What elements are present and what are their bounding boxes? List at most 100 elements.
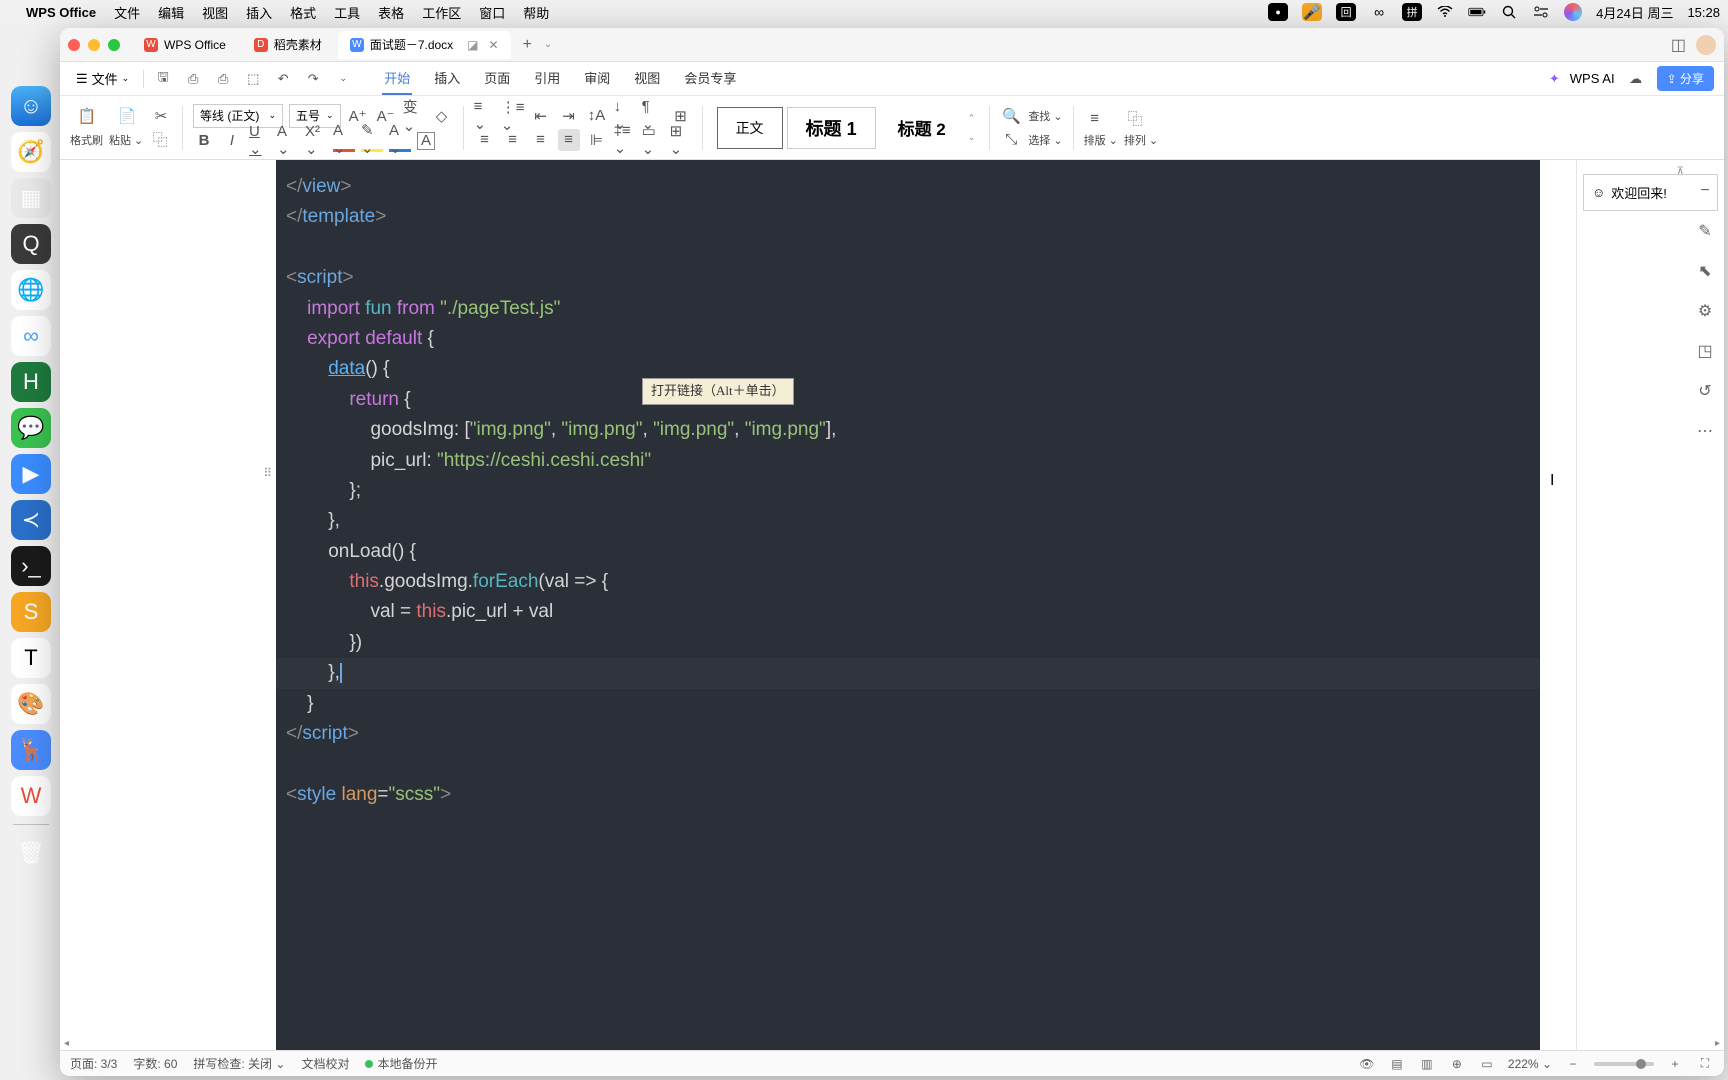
horizontal-scrollbar[interactable]: ◂ ▸ [60, 1038, 1724, 1050]
font-color-icon[interactable]: A ⌄ [333, 130, 355, 152]
dock-trash[interactable]: 🗑 [11, 833, 51, 873]
app-name[interactable]: WPS Office [26, 5, 96, 20]
menu-workspace[interactable]: 工作区 [422, 3, 461, 22]
fullscreen-icon[interactable]: ⛶ [1696, 1055, 1714, 1073]
ime-icon[interactable]: 拼 [1402, 3, 1422, 21]
dock-finder[interactable]: ☺ [11, 86, 51, 126]
page-view-icon[interactable]: ▤ [1388, 1055, 1406, 1073]
new-tab-button[interactable]: + [515, 36, 540, 54]
text-direction-icon[interactable]: ↕A [586, 105, 608, 127]
superscript-icon[interactable]: X² ⌄ [305, 130, 327, 152]
avatar-icon[interactable] [1696, 35, 1716, 55]
tab-menu-icon[interactable]: ◪ [467, 38, 478, 52]
line-spacing-icon[interactable]: ‡≡ ⌄ [614, 129, 636, 151]
ai-label[interactable]: WPS AI [1570, 71, 1615, 86]
menu-insert[interactable]: 插入 [246, 3, 272, 22]
italic-icon[interactable]: I [221, 130, 243, 152]
dock-terminal[interactable]: ›_ [11, 546, 51, 586]
dock-safari[interactable]: 🧭 [11, 132, 51, 172]
record-icon[interactable]: ● [1268, 3, 1288, 21]
align-justify-icon[interactable]: ≡ [558, 129, 580, 151]
read-view-icon[interactable]: ▭ [1478, 1055, 1496, 1073]
battery-icon[interactable] [1468, 3, 1486, 21]
maximize-button[interactable] [108, 39, 120, 51]
dock-sublime[interactable]: S [11, 592, 51, 632]
more-icon[interactable]: ⋯ [1694, 420, 1716, 442]
minimize-button[interactable] [88, 39, 100, 51]
status-backup[interactable]: 本地备份开 [365, 1055, 437, 1072]
shading-icon[interactable]: ▭ ⌄ [642, 129, 664, 151]
history-icon[interactable]: ↺ [1694, 380, 1716, 402]
align-center-icon[interactable]: ≡ [502, 129, 524, 151]
minus-icon[interactable]: − [1694, 180, 1716, 202]
menu-table[interactable]: 表格 [378, 3, 404, 22]
settings-icon[interactable]: ⚙ [1694, 300, 1716, 322]
page-viewport[interactable]: ⠿ </view> </template> <script> import fu… [60, 160, 1576, 1050]
dock-art[interactable]: 🎨 [11, 684, 51, 724]
menu-tab-member[interactable]: 会员专享 [682, 62, 738, 95]
dropdown-icon[interactable]: ⌄ [332, 68, 354, 90]
select-label[interactable]: 选择 ⌄ [1028, 132, 1062, 148]
paste-icon[interactable]: 📄 [116, 105, 138, 127]
dock-baidu[interactable]: ∞ [11, 316, 51, 356]
preview-icon[interactable]: ⬚ [242, 68, 264, 90]
menubar-date[interactable]: 4月24日 周三 [1596, 3, 1673, 22]
tab-home[interactable]: W WPS Office [132, 31, 238, 59]
dock-vscode[interactable]: ≺ [11, 500, 51, 540]
tab-template[interactable]: D 稻壳素材 [242, 31, 334, 59]
distribute-icon[interactable]: ⊫ [586, 129, 608, 151]
mic-icon[interactable]: 🎤 [1302, 3, 1322, 21]
dock-quicktime[interactable]: Q [11, 224, 51, 264]
style-body[interactable]: 正文 [717, 107, 783, 149]
menu-tab-page[interactable]: 页面 [482, 62, 512, 95]
font-color2-icon[interactable]: A ⌄ [389, 130, 411, 152]
numbering-icon[interactable]: ⋮≡ ⌄ [502, 105, 524, 127]
arrange-label[interactable]: 排版 ⌄ [1084, 132, 1118, 148]
print-preview-icon[interactable]: ⎙ [212, 68, 234, 90]
find-label[interactable]: 查找 ⌄ [1028, 108, 1062, 124]
dock-launchpad[interactable]: ▦ [11, 178, 51, 218]
style-scroll-up-icon[interactable]: ⌃ [968, 113, 976, 124]
app-icon-2[interactable]: ∞ [1370, 3, 1388, 21]
copy-icon[interactable]: ⿻ [149, 129, 171, 151]
menu-tab-reference[interactable]: 引用 [532, 62, 562, 95]
file-menu-button[interactable]: ☰ 文件 ⌄ [70, 69, 135, 88]
decrease-indent-icon[interactable]: ⇤ [530, 105, 552, 127]
share-button[interactable]: ⇪ 分享 [1657, 66, 1714, 91]
format-painter-label[interactable]: 格式刷 [70, 132, 103, 148]
dock-text[interactable]: T [11, 638, 51, 678]
scroll-left-icon[interactable]: ◂ [64, 1038, 69, 1049]
borders-icon[interactable]: ⊞ ⌄ [670, 129, 692, 151]
code-block[interactable]: </view> </template> <script> import fun … [276, 160, 1540, 1050]
siri-icon[interactable] [1564, 3, 1582, 21]
zoom-slider[interactable] [1594, 1062, 1654, 1066]
strikethrough-icon[interactable]: A ⌄ [277, 130, 299, 152]
control-center-icon[interactable] [1532, 3, 1550, 21]
menu-tab-view[interactable]: 视图 [632, 62, 662, 95]
status-proofread[interactable]: 文档校对 [301, 1055, 349, 1072]
drag-handle-icon[interactable]: ⠿ [263, 466, 272, 480]
bold-icon[interactable]: B [193, 130, 215, 152]
menu-edit[interactable]: 编辑 [158, 3, 184, 22]
highlight-icon[interactable]: ✎ ⌄ [361, 130, 383, 152]
layout-icon[interactable]: ◫ [1671, 35, 1686, 55]
pen-icon[interactable]: ✎ [1694, 220, 1716, 242]
wifi-icon[interactable] [1436, 3, 1454, 21]
dock-deer[interactable]: 🦌 [11, 730, 51, 770]
pointer-icon[interactable]: ⬉ [1694, 260, 1716, 282]
cloud-icon[interactable]: ☁ [1625, 68, 1647, 90]
paste-label[interactable]: 粘贴 ⌄ [109, 132, 143, 148]
undo-icon[interactable]: ↶ [272, 68, 294, 90]
align-right-icon[interactable]: ≡ [530, 129, 552, 151]
app-icon-1[interactable]: 回 [1336, 3, 1356, 21]
redo-icon[interactable]: ↷ [302, 68, 324, 90]
status-page[interactable]: 页面: 3/3 [70, 1055, 117, 1072]
menu-window[interactable]: 窗口 [479, 3, 505, 22]
style-heading1[interactable]: 标题 1 [787, 107, 876, 149]
bullets-icon[interactable]: ≡ ⌄ [474, 105, 496, 127]
dock-wechat[interactable]: 💬 [11, 408, 51, 448]
style-heading2[interactable]: 标题 2 [880, 107, 964, 149]
tab-close-button[interactable]: ✕ [489, 38, 499, 52]
dock-hb[interactable]: H [11, 362, 51, 402]
menubar-time[interactable]: 15:28 [1687, 5, 1720, 20]
